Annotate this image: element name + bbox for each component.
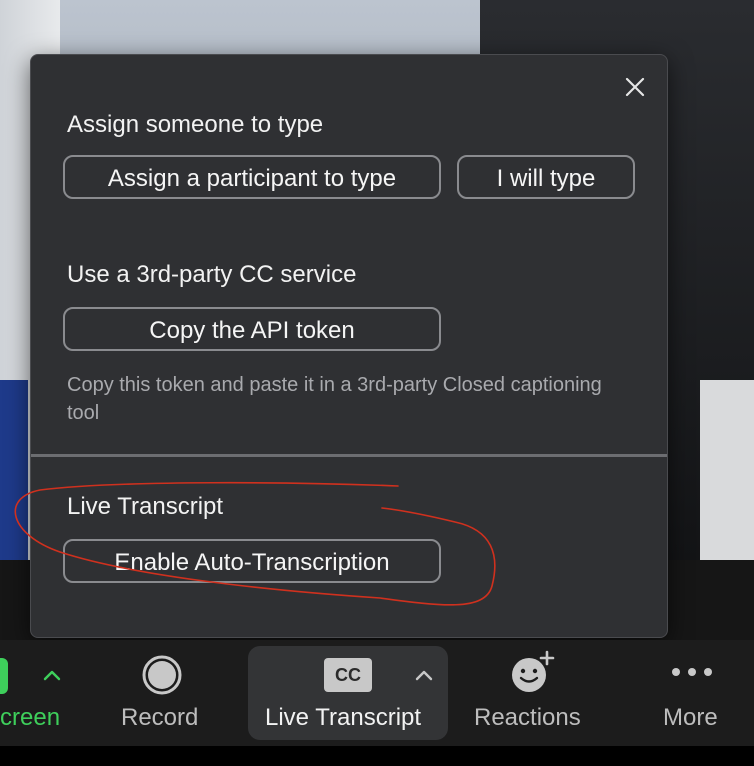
meeting-toolbar: creen Record CC Live Transcript Reaction… (0, 640, 754, 746)
live-transcript-label: Live Transcript (265, 704, 422, 731)
cc-icon: CC (324, 658, 372, 692)
share-screen-button[interactable]: creen (0, 640, 80, 746)
section-divider (31, 454, 667, 457)
record-button[interactable]: Record (110, 640, 220, 746)
i-will-type-button[interactable]: I will type (457, 155, 635, 199)
share-screen-icon (0, 658, 8, 694)
chevron-up-icon[interactable] (42, 668, 62, 682)
record-icon (142, 655, 182, 695)
record-label: Record (121, 704, 199, 731)
copy-api-token-button[interactable]: Copy the API token (63, 307, 441, 351)
close-button[interactable] (621, 73, 649, 101)
api-token-description: Copy this token and paste it in a 3rd-pa… (67, 374, 602, 424)
more-button[interactable]: More (650, 640, 740, 746)
assign-participant-button[interactable]: Assign a participant to type (63, 155, 441, 199)
more-icon (672, 668, 712, 676)
more-label: More (663, 704, 718, 731)
assign-heading: Assign someone to type (67, 111, 324, 138)
toolbar-bottom-edge (0, 746, 754, 766)
reactions-label: Reactions (474, 704, 581, 731)
reactions-button[interactable]: Reactions (466, 640, 596, 746)
chevron-up-icon[interactable] (414, 668, 434, 682)
closed-caption-popup: Assign someone to type Assign a particip… (30, 54, 668, 638)
close-icon (625, 77, 645, 97)
live-transcript-heading: Live Transcript (67, 493, 224, 520)
share-screen-label: creen (0, 704, 61, 731)
reactions-icon (512, 650, 555, 692)
enable-auto-transcription-button[interactable]: Enable Auto-Transcription (63, 539, 441, 583)
third-party-heading: Use a 3rd-party CC service (67, 261, 357, 288)
live-transcript-content: CC Live Transcript (248, 640, 448, 746)
